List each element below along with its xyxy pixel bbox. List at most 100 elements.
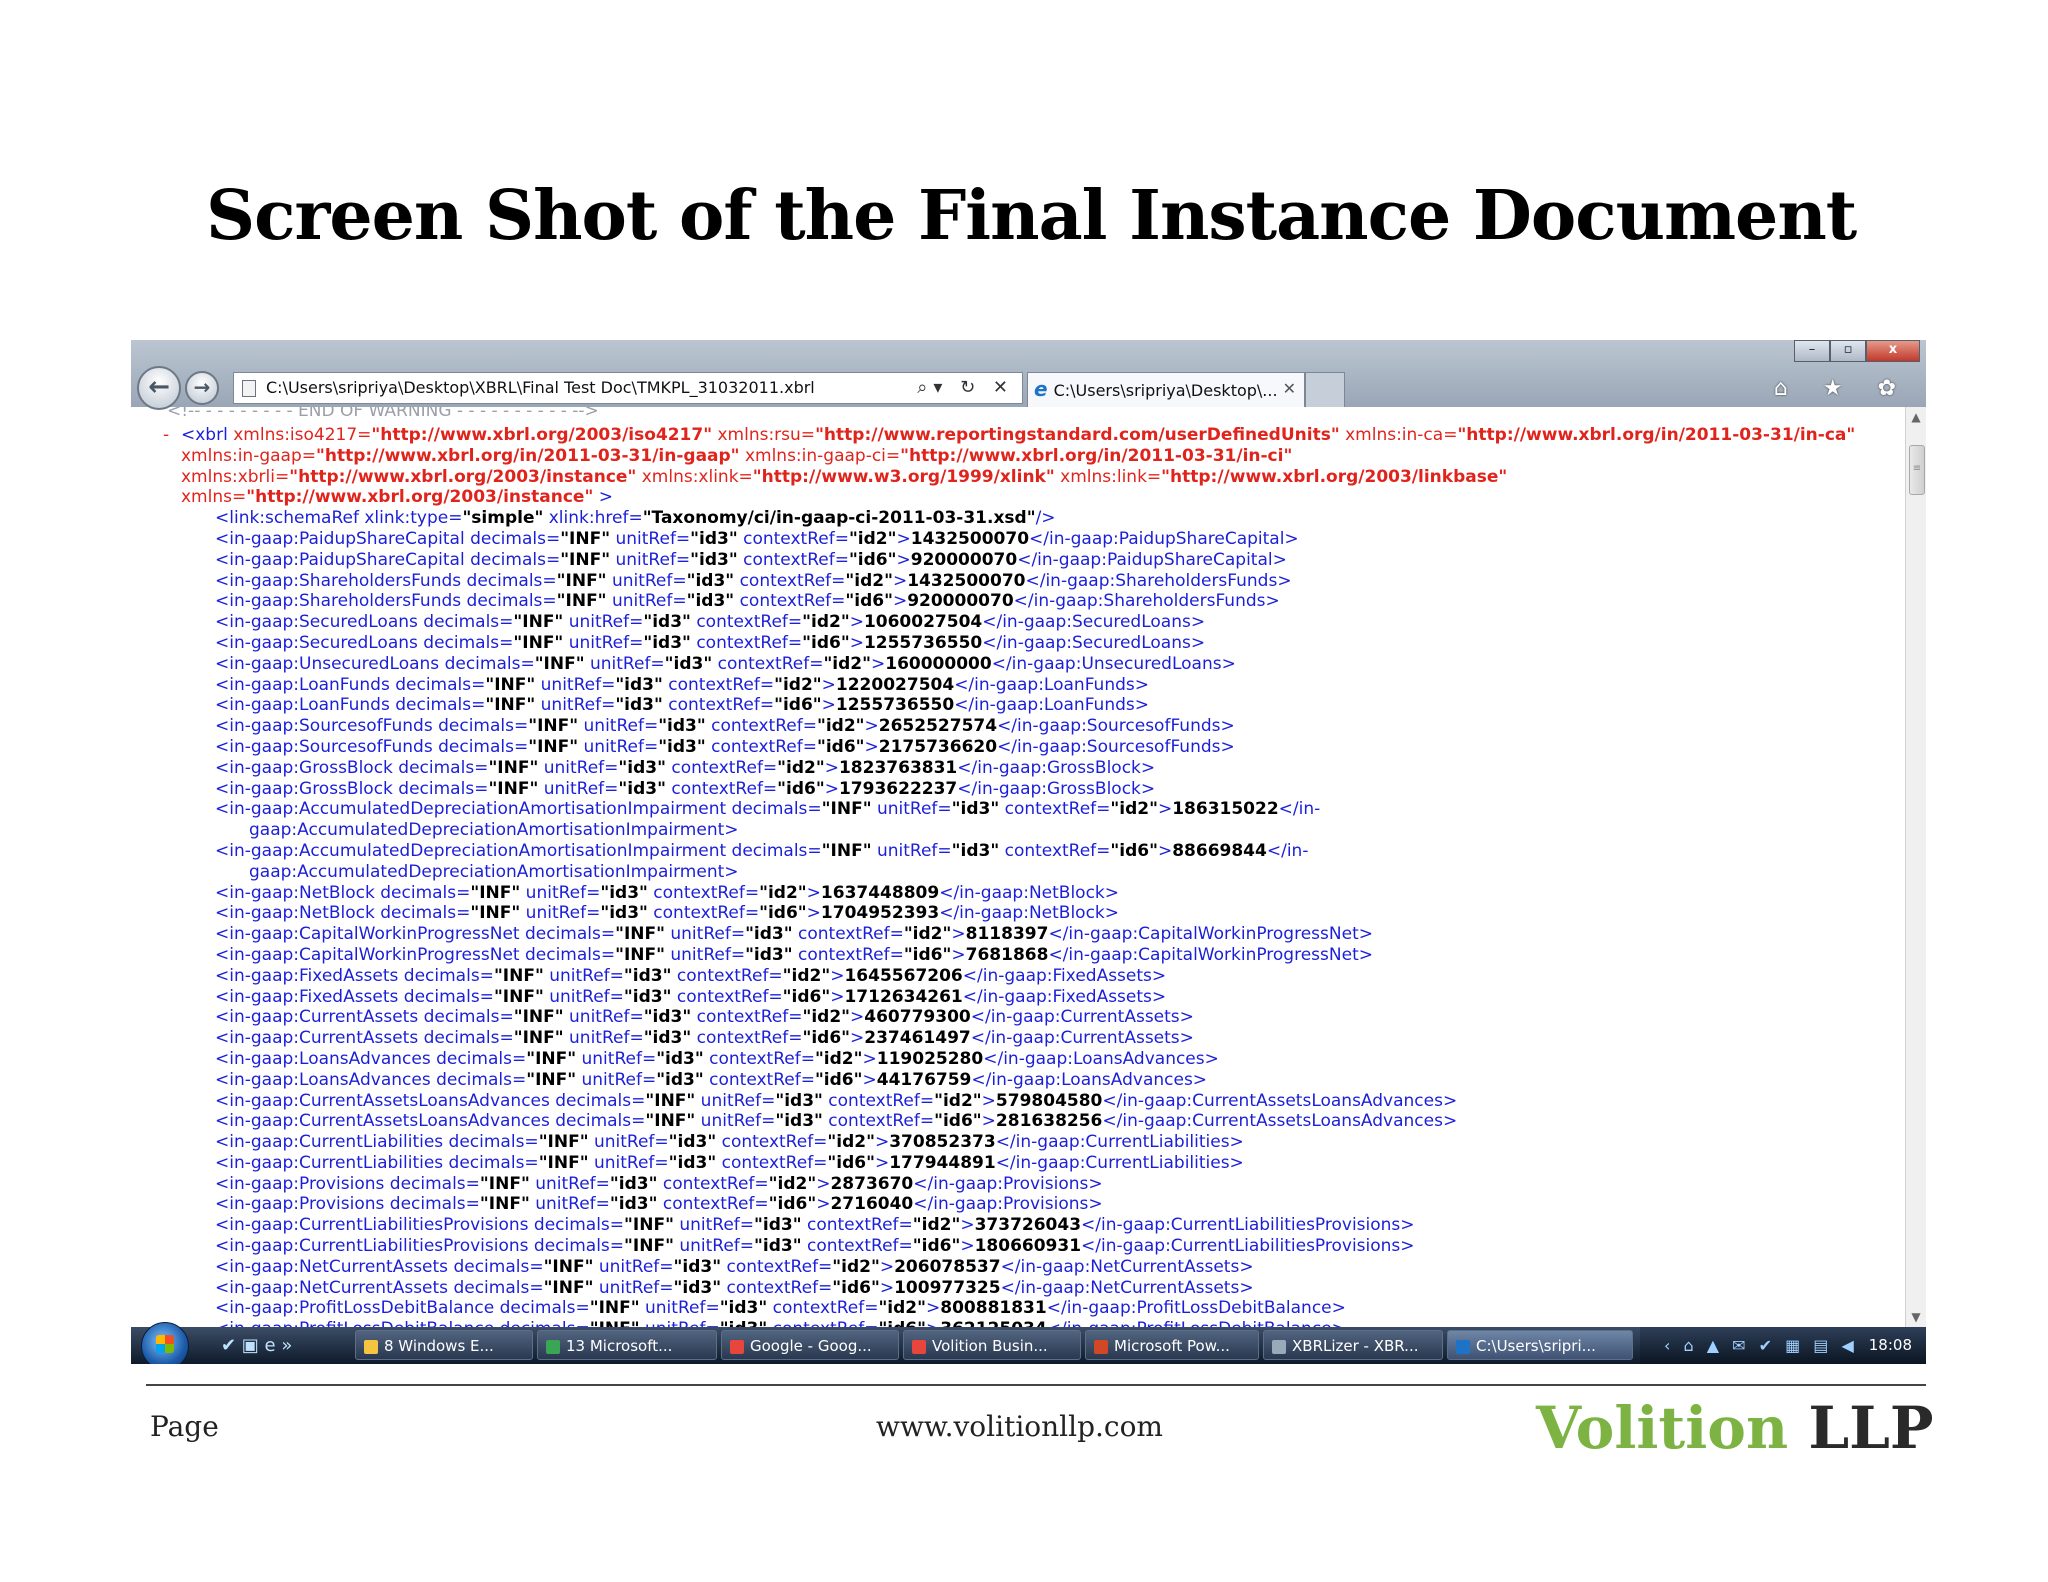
xml-content: <!-- - - - - - - - - END OF WARNING - - … [131, 407, 1906, 1327]
xml-line: <in-gaap:NetBlock decimals="INF" unitRef… [215, 882, 1120, 903]
maximize-button[interactable]: ▫ [1830, 340, 1866, 362]
taskbar-button[interactable]: Volition Busin... [903, 1330, 1081, 1360]
new-tab-button[interactable] [1305, 372, 1345, 407]
taskbar-button[interactable]: 8 Windows E... [355, 1330, 533, 1360]
address-bar[interactable]: C:\Users\sripriya\Desktop\XBRL\Final Tes… [233, 372, 1023, 404]
xml-line: <in-gaap:SourcesofFunds decimals="INF" u… [215, 716, 1235, 737]
xml-line: <in-gaap:CapitalWorkinProgressNet decima… [215, 944, 1373, 965]
xml-line: <in-gaap:CapitalWorkinProgressNet decima… [215, 924, 1373, 945]
taskbar-button-label: Google - Goog... [750, 1337, 872, 1355]
xml-line: xmlns="http://www.xbrl.org/2003/instance… [181, 487, 613, 508]
back-button[interactable]: ← [137, 366, 181, 410]
ie-icon: e [1034, 377, 1048, 401]
xml-line: <in-gaap:CurrentLiabilitiesProvisions de… [215, 1215, 1415, 1236]
minimize-button[interactable]: – [1794, 340, 1830, 362]
xml-line: <in-gaap:LoanFunds decimals="INF" unitRe… [215, 674, 1149, 695]
xml-line: <in-gaap:ProfitLossDebitBalance decimals… [163, 1319, 1855, 1327]
address-text: C:\Users\sripriya\Desktop\XBRL\Final Tes… [266, 378, 815, 397]
address-tools[interactable]: ⌕▾ ↻ ✕ [917, 373, 1014, 403]
xml-line: <in-gaap:FixedAssets decimals="INF" unit… [215, 986, 1167, 1007]
xml-line: <in-gaap:ShareholdersFunds decimals="INF… [215, 570, 1292, 591]
footer-divider [146, 1384, 1926, 1386]
xml-line: <in-gaap:AccumulatedDepreciationAmortisa… [215, 840, 1309, 861]
tab-label: C:\Users\sripriya\Desktop\... [1053, 381, 1278, 400]
app-icon [546, 1339, 560, 1354]
xml-line: <in-gaap:CurrentAssetsLoansAdvances deci… [215, 1111, 1458, 1132]
brand-secondary: LLP [1808, 1394, 1934, 1462]
xml-line: <in-gaap:SecuredLoans decimals="INF" uni… [215, 632, 1206, 653]
slide-title: Screen Shot of the Final Instance Docume… [206, 176, 1857, 256]
xml-line: <in-gaap:CurrentLiabilities decimals="IN… [215, 1132, 1244, 1153]
taskbar-button[interactable]: Microsoft Pow... [1085, 1330, 1259, 1360]
xml-line: <in-gaap:SecuredLoans decimals="INF" uni… [215, 612, 1206, 633]
window-controls: – ▫ x [1794, 340, 1920, 362]
xml-line: <in-gaap:Provisions decimals="INF" unitR… [215, 1194, 1103, 1215]
xml-line: <in-gaap:CurrentLiabilitiesProvisions de… [215, 1236, 1415, 1257]
xml-line: <in-gaap:NetCurrentAssets decimals="INF"… [215, 1256, 1254, 1277]
xml-line: <in-gaap:ProfitLossDebitBalance decimals… [215, 1298, 1346, 1319]
taskbar-button-label: Microsoft Pow... [1114, 1337, 1230, 1355]
footer-page-label: Page [150, 1410, 219, 1443]
xml-line: <in-gaap:FixedAssets decimals="INF" unit… [215, 965, 1167, 986]
xml-line: <link:schemaRef xlink:type="simple" xlin… [215, 508, 1056, 529]
scroll-thumb[interactable]: ≡ [1909, 445, 1925, 495]
close-button[interactable]: x [1866, 340, 1920, 362]
app-icon [364, 1339, 378, 1354]
xml-line: <in-gaap:PaidupShareCapital decimals="IN… [215, 528, 1299, 549]
start-button[interactable] [141, 1322, 189, 1364]
xml-line: gaap:AccumulatedDepreciationAmortisation… [249, 820, 739, 841]
windows-logo-icon [156, 1335, 174, 1353]
browser-chrome: – ▫ x ← → C:\Users\sripriya\Desktop\XBRL… [131, 340, 1926, 410]
app-icon [1456, 1339, 1470, 1354]
taskbar-button[interactable]: XBRLizer - XBR... [1263, 1330, 1443, 1360]
taskbar-button[interactable]: C:\Users\sripri... [1447, 1330, 1633, 1360]
browser-tools[interactable]: ⌂ ★ ✿ [1774, 376, 1910, 401]
app-icon [1272, 1339, 1286, 1354]
browser-screenshot: – ▫ x ← → C:\Users\sripriya\Desktop\XBRL… [131, 340, 1926, 1364]
footer-website: www.volitionllp.com [876, 1410, 1163, 1443]
xml-line: <in-gaap:LoanFunds decimals="INF" unitRe… [215, 695, 1149, 716]
scroll-up-icon[interactable]: ▲ [1906, 407, 1926, 427]
xml-line: <in-gaap:CurrentAssetsLoansAdvances deci… [215, 1090, 1458, 1111]
tab-active[interactable]: e C:\Users\sripriya\Desktop\... ✕ [1027, 372, 1305, 407]
system-tray: ‹ ⌂ ▲ ✉ ✔ ▦ ▤ ◀ 18:08 [1640, 1327, 1926, 1364]
collapse-toggle[interactable]: - [163, 425, 181, 446]
xml-line: <in-gaap:AccumulatedDepreciationAmortisa… [215, 799, 1321, 820]
xml-line: <in-gaap:CurrentLiabilities decimals="IN… [215, 1152, 1244, 1173]
brand-primary: Volition [1536, 1394, 1789, 1462]
xml-line: <in-gaap:LoansAdvances decimals="INF" un… [215, 1069, 1208, 1090]
warning-comment: <!-- - - - - - - - - END OF WARNING - - … [167, 407, 599, 421]
clock[interactable]: 18:08 [1869, 1327, 1912, 1364]
forward-button[interactable]: → [185, 371, 219, 405]
xml-lines: - <xbrl xmlns:iso4217="http://www.xbrl.or… [163, 425, 1855, 1327]
xml-line: <in-gaap:SourcesofFunds decimals="INF" u… [215, 736, 1235, 757]
taskbar-button-label: 8 Windows E... [384, 1337, 494, 1355]
vertical-scrollbar[interactable]: ▲ ≡ ▼ [1905, 407, 1926, 1327]
xml-line: <in-gaap:CurrentAssets decimals="INF" un… [215, 1028, 1194, 1049]
document-icon [242, 380, 256, 397]
xml-line: <in-gaap:NetBlock decimals="INF" unitRef… [215, 903, 1120, 924]
taskbar-button-label: 13 Microsoft... [566, 1337, 673, 1355]
xml-line: <in-gaap:ShareholdersFunds decimals="INF… [215, 591, 1280, 612]
xml-line: <in-gaap:NetCurrentAssets decimals="INF"… [215, 1277, 1254, 1298]
xml-line: xmlns:xbrli="http://www.xbrl.org/2003/in… [181, 466, 1508, 487]
xml-line: <in-gaap:Provisions decimals="INF" unitR… [215, 1173, 1103, 1194]
tray-icons[interactable]: ‹ ⌂ ▲ ✉ ✔ ▦ ▤ ◀ [1664, 1327, 1858, 1364]
xml-line: <in-gaap:UnsecuredLoans decimals="INF" u… [215, 653, 1236, 674]
taskbar-button-label: XBRLizer - XBR... [1292, 1337, 1419, 1355]
brand-logo: Volition LLP [1536, 1394, 1934, 1462]
taskbar-button[interactable]: Google - Goog... [721, 1330, 899, 1360]
xml-line: - <xbrl xmlns:iso4217="http://www.xbrl.or… [163, 425, 1856, 446]
app-icon [912, 1339, 926, 1354]
xml-line: <in-gaap:GrossBlock decimals="INF" unitR… [215, 757, 1156, 778]
taskbar-button-label: C:\Users\sripri... [1476, 1337, 1596, 1355]
taskbar-button-label: Volition Busin... [932, 1337, 1048, 1355]
quick-launch[interactable]: ✔ ▣ e » [221, 1335, 292, 1356]
xml-line: <in-gaap:GrossBlock decimals="INF" unitR… [215, 778, 1156, 799]
scroll-down-icon[interactable]: ▼ [1906, 1307, 1926, 1327]
xml-line: <in-gaap:PaidupShareCapital decimals="IN… [215, 549, 1287, 570]
tab-close-icon[interactable]: ✕ [1283, 373, 1296, 405]
xml-line: xmlns:in-gaap="http://www.xbrl.org/in/20… [181, 445, 1293, 466]
app-icon [730, 1339, 744, 1354]
taskbar-button[interactable]: 13 Microsoft... [537, 1330, 717, 1360]
